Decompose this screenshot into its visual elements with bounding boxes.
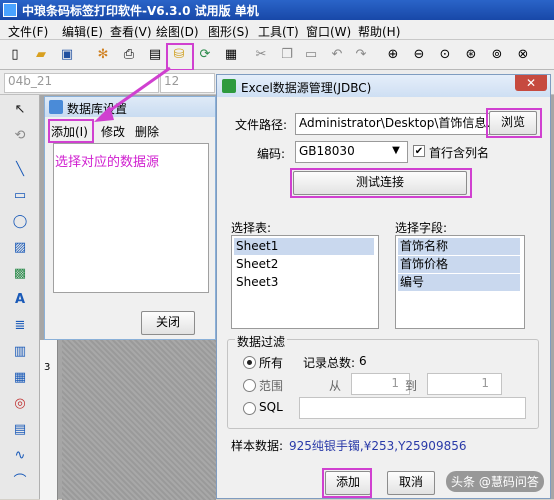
menu-bar: 文件(F) 编辑(E) 查看(V) 绘图(D) 图形(S) 工具(T) 窗口(W… (0, 20, 554, 40)
menu-edit[interactable]: 编辑(E) (62, 23, 103, 40)
table-item[interactable]: Sheet3 (234, 274, 374, 291)
record-total-label: 记录总数: (303, 356, 356, 370)
excel-icon (222, 79, 236, 93)
zoom-out-icon[interactable]: ⊖ (410, 46, 428, 64)
select-table-label: 选择表: (231, 221, 272, 235)
zoom-in-icon[interactable]: ⊕ (384, 46, 402, 64)
add-highlight (322, 468, 372, 498)
database-icon (49, 100, 63, 114)
ellipse-icon[interactable]: ◯ (11, 213, 29, 231)
rectangle-icon[interactable]: ▭ (11, 187, 29, 205)
filter-all-radio[interactable] (243, 356, 256, 369)
sample-data-label: 样本数据: (231, 439, 284, 453)
menu-window[interactable]: 窗口(W) (306, 23, 351, 40)
menu-draw[interactable]: 绘图(D) (156, 23, 199, 40)
field-item[interactable]: 首饰名称 (398, 238, 520, 255)
cancel-button[interactable]: 取消 (387, 471, 435, 495)
range-to-input[interactable]: 1 (427, 373, 502, 395)
redo-icon[interactable]: ↷ (352, 46, 370, 64)
app-title: 中琅条码标签打印软件-V6.3.0 试用版 单机 (22, 4, 259, 18)
pointer-icon[interactable]: ↖ (11, 101, 29, 119)
main-toolbar: ▯ ▰ ▣ ✻ ⎙ ▤ ⛁ ⟳ ▦ ✂ ❐ ▭ ↶ ↷ ⊕ ⊖ ⊙ ⊛ ⊚ ⊗ (0, 40, 554, 70)
test-connection-highlight (290, 168, 472, 198)
watermark: 头条 @慧码问答 (446, 471, 544, 492)
filter-all-label: 所有 (259, 356, 284, 370)
open-icon[interactable]: ▰ (32, 46, 50, 64)
line-icon[interactable]: ╲ (11, 161, 29, 179)
sample-data-value: 925纯银手镯,¥253,Y25909856 (289, 439, 467, 453)
filter-range-label: 范围 (259, 379, 284, 393)
app-title-bar: 中琅条码标签打印软件-V6.3.0 试用版 单机 (0, 0, 554, 20)
table-list[interactable]: Sheet1 Sheet2 Sheet3 (231, 235, 379, 329)
vertical-ruler: 3 (40, 340, 58, 500)
file-path-input[interactable]: Administrator\Desktop\首饰信息.xls (295, 113, 490, 135)
rotate-icon[interactable]: ⟲ (11, 127, 29, 145)
data-filter-label: 数据过滤 (235, 333, 288, 350)
menu-help[interactable]: 帮助(H) (358, 23, 400, 40)
new-icon[interactable]: ▯ (6, 46, 24, 64)
pointer-arrow (94, 66, 171, 122)
picture-icon[interactable]: ▩ (11, 265, 29, 283)
excel-dialog-title-bar: Excel数据源管理(JDBC) ✕ (217, 75, 550, 97)
range-from-input[interactable]: 1 (351, 373, 410, 395)
filter-range-radio[interactable] (243, 379, 256, 392)
undo-icon[interactable]: ↶ (328, 46, 346, 64)
filter-sql-label: SQL (259, 400, 283, 414)
copy-icon[interactable]: ❐ (278, 46, 296, 64)
grid-icon[interactable]: ▦ (222, 46, 240, 64)
paragraph-text-icon[interactable]: ≣ (11, 317, 29, 335)
header-row-label: 首行含列名 (429, 146, 490, 160)
filter-sql-radio[interactable] (243, 402, 256, 415)
header-row-checkbox[interactable]: ✔ (413, 145, 425, 157)
menu-tools[interactable]: 工具(T) (258, 23, 299, 40)
menu-file[interactable]: 文件(F) (8, 23, 48, 40)
table-item[interactable]: Sheet2 (234, 256, 374, 273)
record-total-value: 6 (359, 354, 367, 368)
excel-dialog-title: Excel数据源管理(JDBC) (241, 81, 372, 95)
file-path-label: 文件路径: (235, 118, 288, 132)
canvas-pattern (62, 340, 216, 500)
range-to-label: 到 (405, 379, 418, 393)
table-icon[interactable]: ▤ (11, 421, 29, 439)
db-add-highlight (48, 119, 94, 143)
browse-highlight (486, 108, 542, 138)
field-item[interactable]: 首饰价格 (398, 256, 520, 273)
select-field-label: 选择字段: (395, 221, 448, 235)
menu-view[interactable]: 查看(V) (110, 23, 152, 40)
zoom-actual-icon[interactable]: ⊗ (514, 46, 532, 64)
range-from-label: 从 (329, 379, 342, 393)
instruction-note: 选择对应的数据源 (55, 155, 160, 170)
curve-icon[interactable]: ∿ (11, 447, 29, 465)
app-logo-icon (3, 3, 17, 17)
save-icon[interactable]: ▣ (58, 46, 76, 64)
ruler-mark: 3 (44, 362, 51, 373)
qrcode-icon[interactable]: ▦ (11, 369, 29, 387)
table-item[interactable]: Sheet1 (234, 238, 374, 255)
field-list[interactable]: 首饰名称 首饰价格 编号 (395, 235, 525, 329)
barcode-icon[interactable]: ▥ (11, 343, 29, 361)
db-close-button[interactable]: 关闭 (141, 311, 195, 335)
paste-icon[interactable]: ▭ (302, 46, 320, 64)
field-item[interactable]: 编号 (398, 274, 520, 291)
database-refresh-icon[interactable]: ⟳ (196, 46, 214, 64)
text-icon[interactable]: A (11, 291, 29, 309)
zoom-fit-icon[interactable]: ⊙ (436, 46, 454, 64)
zoom-width-icon[interactable]: ⊛ (462, 46, 480, 64)
arc-icon[interactable]: ⌒ (11, 473, 29, 491)
cut-icon[interactable]: ✂ (252, 46, 270, 64)
menu-shape[interactable]: 图形(S) (208, 23, 249, 40)
shape-icon[interactable]: ◎ (11, 395, 29, 413)
sql-input[interactable] (299, 397, 526, 419)
close-icon[interactable]: ✕ (515, 75, 547, 91)
zoom-page-icon[interactable]: ⊚ (488, 46, 506, 64)
tool-palette: ↖ ⟲ ╲ ▭ ◯ ▨ ▩ A ≣ ▥ ▦ ◎ ▤ ∿ ⌒ (0, 95, 40, 499)
image-icon[interactable]: ▨ (11, 239, 29, 257)
chevron-down-icon[interactable]: ▼ (389, 142, 403, 160)
encoding-label: 编码: (257, 147, 286, 161)
